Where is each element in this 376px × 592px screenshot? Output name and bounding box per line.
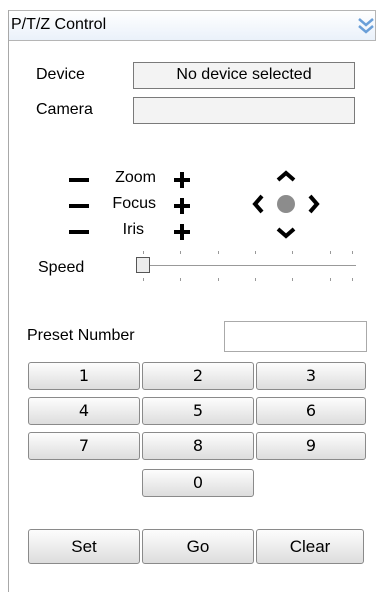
camera-label: Camera <box>36 101 93 118</box>
speed-slider-track[interactable] <box>136 265 356 266</box>
tick <box>143 251 144 254</box>
camera-field[interactable] <box>133 97 355 124</box>
zoom-in-icon[interactable] <box>174 172 190 188</box>
clear-button[interactable]: Clear <box>256 529 364 564</box>
pan-right-icon[interactable] <box>308 194 320 214</box>
tick <box>292 251 293 254</box>
tick <box>352 251 353 254</box>
direction-pad <box>252 170 320 239</box>
tick <box>218 251 219 254</box>
tick <box>180 278 181 281</box>
preset-key-4[interactable]: 4 <box>28 397 140 425</box>
tick <box>255 251 256 254</box>
panel-title: P/T/Z Control <box>11 16 107 33</box>
preset-key-7[interactable]: 7 <box>28 432 140 460</box>
focus-far-icon[interactable] <box>174 198 190 214</box>
speed-label: Speed <box>38 259 85 276</box>
pan-down-icon[interactable] <box>276 227 296 239</box>
preset-key-5[interactable]: 5 <box>142 397 254 425</box>
device-label: Device <box>36 66 85 83</box>
preset-key-6[interactable]: 6 <box>256 397 366 425</box>
zoom-label: Zoom <box>115 169 156 186</box>
go-button[interactable]: Go <box>142 529 254 564</box>
tick <box>330 251 331 254</box>
tick <box>143 278 144 281</box>
preset-key-1[interactable]: 1 <box>28 362 140 390</box>
focus-near-icon[interactable] <box>69 204 89 208</box>
pan-up-icon[interactable] <box>276 170 296 182</box>
tick <box>330 278 331 281</box>
iris-open-icon[interactable] <box>174 224 190 240</box>
tick <box>352 278 353 281</box>
preset-key-2[interactable]: 2 <box>142 362 254 390</box>
iris-label: Iris <box>122 221 144 238</box>
focus-label: Focus <box>112 195 156 212</box>
double-chevron-down-icon[interactable] <box>357 17 375 35</box>
pan-left-icon[interactable] <box>252 194 264 214</box>
tick <box>255 278 256 281</box>
preset-number-input[interactable] <box>224 321 367 352</box>
tick <box>218 278 219 281</box>
tick <box>292 278 293 281</box>
preset-key-9[interactable]: 9 <box>256 432 366 460</box>
preset-key-0[interactable]: 0 <box>142 469 254 497</box>
zoom-out-icon[interactable] <box>69 178 89 182</box>
set-button[interactable]: Set <box>28 529 140 564</box>
home-icon[interactable] <box>277 195 295 213</box>
preset-key-8[interactable]: 8 <box>142 432 254 460</box>
preset-number-label: Preset Number <box>27 327 135 344</box>
preset-key-3[interactable]: 3 <box>256 362 366 390</box>
panel-header: P/T/Z Control <box>9 10 376 41</box>
device-field[interactable]: No device selected <box>133 62 355 89</box>
speed-slider-thumb[interactable] <box>136 257 150 273</box>
tick <box>180 251 181 254</box>
